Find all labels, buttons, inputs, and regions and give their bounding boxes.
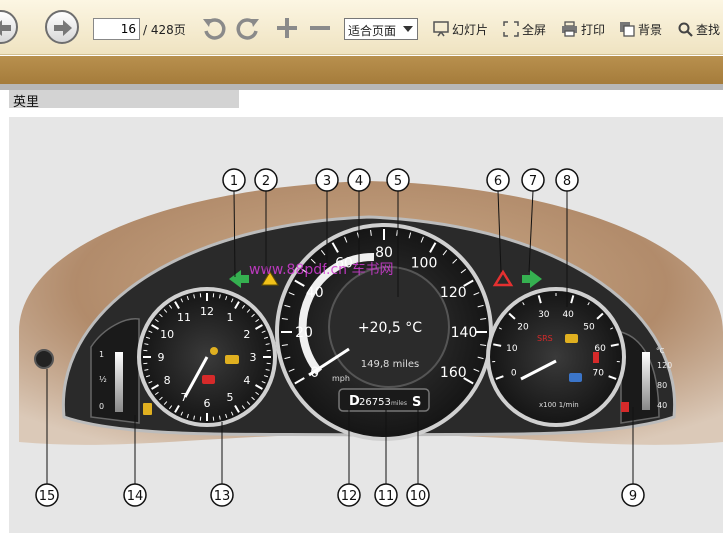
toolbar-divider-band — [0, 56, 723, 84]
next-page-button[interactable] — [45, 10, 79, 44]
seatbelt-icon — [593, 352, 599, 363]
callout-number: 10 — [410, 489, 427, 504]
section-heading: 英里 — [9, 90, 239, 110]
page-total: / 428页 — [143, 23, 186, 37]
outside-temperature: +20,5 °C — [358, 320, 422, 336]
clock-number: 10 — [160, 328, 174, 341]
fuel-pump-icon — [143, 403, 152, 415]
odometer-reading: 26753 — [359, 397, 391, 408]
speed-label: 20 — [295, 325, 313, 341]
speed-label: 120 — [440, 285, 467, 301]
callout-number: 1 — [230, 174, 238, 189]
callout-number: 6 — [494, 174, 502, 189]
gear-indicator-s: S — [412, 395, 421, 410]
find-label: 查找 — [696, 22, 721, 37]
watermark: www.88pdf.cn 车书网 — [249, 261, 393, 278]
fullscreen-icon — [503, 21, 519, 37]
speed-unit: mph — [332, 374, 350, 383]
coolant-40-label: 40 — [657, 401, 667, 410]
clock-number: 5 — [227, 391, 234, 404]
background-icon — [620, 22, 635, 37]
find-button[interactable]: 查找 — [678, 20, 720, 38]
fuel-full-label: 1 — [99, 350, 104, 359]
speed-label: 100 — [411, 256, 438, 272]
print-label: 打印 — [581, 22, 606, 37]
chevron-down-icon — [403, 26, 413, 32]
slideshow-button[interactable]: 幻灯片 — [433, 20, 488, 38]
callout-number: 2 — [262, 174, 270, 189]
srs-warning-label: SRS — [537, 334, 553, 343]
rpm-label: 40 — [562, 310, 574, 320]
callout-number: 7 — [529, 174, 537, 189]
rpm-label: 70 — [593, 369, 605, 379]
page-number-input[interactable] — [93, 18, 140, 40]
clock-number: 1 — [227, 311, 234, 324]
rpm-unit: x100 1/min — [539, 401, 579, 409]
odometer-unit: miles — [391, 400, 407, 407]
rpm-label: 30 — [538, 310, 550, 320]
engine-check-icon — [225, 355, 239, 364]
coolant-unit: °C — [656, 347, 665, 355]
background-label: 背景 — [638, 22, 663, 37]
callout-number: 8 — [563, 174, 571, 189]
callout-number: 14 — [127, 489, 144, 504]
callout-number: 15 — [39, 489, 56, 504]
callout-number: 9 — [629, 489, 637, 504]
trip-display: 149,8 miles — [361, 359, 419, 370]
fuel-half-label: ½ — [99, 375, 107, 384]
rpm-label: 0 — [511, 369, 517, 379]
reset-button-knob — [34, 349, 54, 369]
print-button[interactable]: 打印 — [561, 20, 605, 38]
callout-number: 4 — [355, 174, 363, 189]
callout-number: 3 — [323, 174, 331, 189]
speed-label: 80 — [375, 245, 393, 261]
fullscreen-button[interactable]: 全屏 — [503, 20, 546, 38]
speed-label: 140 — [451, 325, 478, 341]
callout-number: 12 — [341, 489, 358, 504]
clock-number: 11 — [177, 311, 191, 324]
rpm-label: 10 — [506, 344, 518, 354]
zoom-in-icon[interactable] — [273, 14, 301, 42]
clock-number: 6 — [204, 397, 211, 410]
previous-page-button[interactable] — [0, 10, 18, 44]
slideshow-label: 幻灯片 — [452, 22, 489, 37]
coolant-80-label: 80 — [657, 381, 667, 390]
rpm-label: 50 — [583, 323, 595, 333]
slideshow-icon — [433, 21, 449, 37]
pdf-toolbar: / 428页 适合页面 幻灯片 全屏 打印 背 — [0, 0, 723, 55]
clock-number: 2 — [243, 328, 250, 341]
rotate-right-icon[interactable] — [234, 14, 262, 42]
forward-arrow-icon — [54, 20, 72, 36]
speed-label: 160 — [440, 365, 467, 381]
callout-number: 11 — [378, 489, 395, 504]
warning-lamp-icon — [210, 347, 218, 355]
zoom-select[interactable]: 适合页面 — [344, 18, 418, 40]
battery-warning-icon — [202, 375, 215, 384]
fullscreen-label: 全屏 — [522, 22, 547, 37]
clock-number: 12 — [200, 305, 214, 318]
background-button[interactable]: 背景 — [619, 20, 662, 38]
clock-number: 9 — [158, 351, 165, 364]
fuel-empty-label: 0 — [99, 402, 104, 411]
clock-number: 8 — [164, 374, 171, 387]
back-arrow-icon — [0, 20, 11, 36]
zoom-out-icon[interactable] — [306, 14, 334, 42]
callout-number: 13 — [214, 489, 231, 504]
callout-number: 5 — [394, 174, 402, 189]
clock-number: 4 — [243, 374, 250, 387]
printer-icon — [562, 21, 577, 37]
zoom-value: 适合页面 — [348, 24, 397, 38]
coolant-120-label: 120 — [657, 361, 672, 370]
headlight-icon — [569, 373, 582, 382]
search-icon — [678, 22, 693, 37]
instrument-cluster-figure: 020406080100120140160 mph +20,5 °C 149,8… — [9, 117, 723, 533]
clock-number: 3 — [250, 351, 257, 364]
speed-label: 40 — [306, 285, 324, 301]
coolant-temperature-icon — [621, 402, 629, 412]
rpm-label: 20 — [517, 323, 529, 333]
brake-pad-icon — [565, 334, 578, 343]
rotate-left-icon[interactable] — [200, 14, 228, 42]
